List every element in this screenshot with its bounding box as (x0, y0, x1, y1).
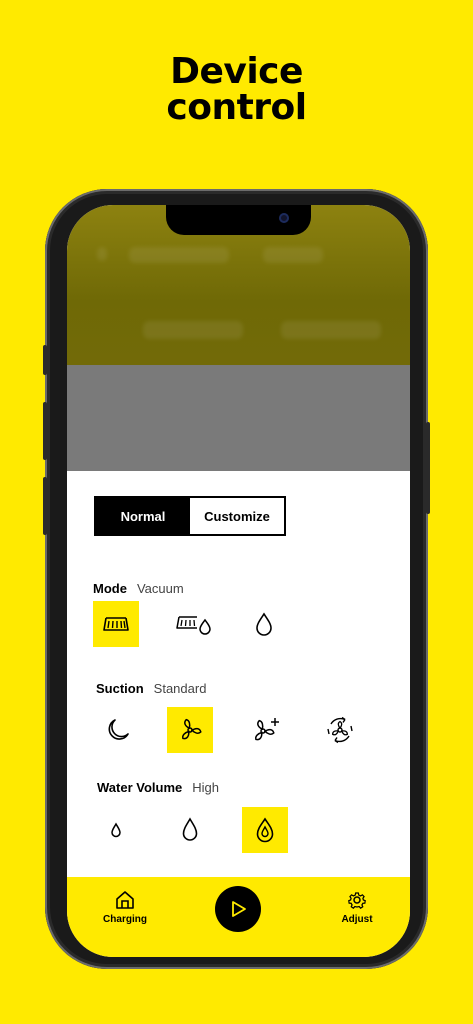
power-button (426, 422, 430, 514)
water-value: High (192, 780, 219, 795)
volume-up-button (43, 402, 47, 460)
settings-sheet: Normal Customize Mode Vacuum Suction Sta… (67, 471, 410, 881)
suction-label: Suction (96, 681, 144, 696)
mode-mop-option[interactable] (241, 601, 287, 647)
phone-screen: Normal Customize Mode Vacuum Suction Sta… (67, 205, 410, 957)
fan-standard-icon (182, 718, 202, 740)
mode-row-label: Mode Vacuum (93, 581, 184, 596)
mode-label: Mode (93, 581, 127, 596)
water-low-icon (111, 822, 121, 838)
customize-tab[interactable]: Customize (190, 498, 284, 534)
vacuum-brush-icon (103, 617, 129, 631)
mode-value: Vacuum (136, 581, 184, 596)
phone-notch (166, 205, 311, 235)
front-camera (279, 213, 289, 223)
headline: Device control (0, 54, 473, 126)
headline-line-2: control (166, 87, 307, 128)
suction-max-option[interactable] (317, 707, 363, 753)
mute-switch (43, 345, 47, 375)
water-medium-option[interactable] (167, 807, 213, 853)
mop-drop-icon (256, 612, 272, 636)
water-high-icon (256, 817, 274, 843)
water-high-option[interactable] (242, 807, 288, 853)
water-low-option[interactable] (93, 807, 139, 853)
mode-segmented-control: Normal Customize (94, 496, 286, 536)
headline-line-1: Device (170, 51, 303, 92)
max-rotate-icon (327, 716, 353, 744)
start-cleaning-button[interactable] (215, 886, 261, 932)
mode-vacuum-option[interactable] (93, 601, 139, 647)
charging-tab[interactable]: Charging (85, 889, 165, 925)
normal-tab[interactable]: Normal (96, 498, 190, 534)
suction-standard-option[interactable] (167, 707, 213, 753)
vacuum-and-mop-icon (176, 616, 211, 635)
water-medium-icon (182, 817, 198, 841)
suction-row-label: Suction Standard (96, 681, 206, 696)
bottom-nav-bar: Charging Adjust (67, 877, 410, 957)
home-dock-icon (116, 891, 134, 909)
play-icon (232, 901, 246, 917)
gear-icon (348, 892, 366, 910)
water-row-label: Water Volume High (97, 780, 219, 795)
mode-vacuum-mop-option[interactable] (171, 601, 217, 647)
water-label: Water Volume (97, 780, 183, 795)
fan-plus-icon (255, 718, 279, 741)
adjust-tab[interactable]: Adjust (317, 889, 397, 925)
suction-value: Standard (153, 681, 207, 696)
blurred-map-area (67, 365, 410, 471)
adjust-label: Adjust (341, 914, 373, 925)
volume-down-button (43, 477, 47, 535)
charging-label: Charging (103, 914, 147, 925)
quiet-moon-icon (108, 719, 129, 740)
suction-strong-option[interactable] (243, 707, 289, 753)
suction-quiet-option[interactable] (95, 707, 141, 753)
